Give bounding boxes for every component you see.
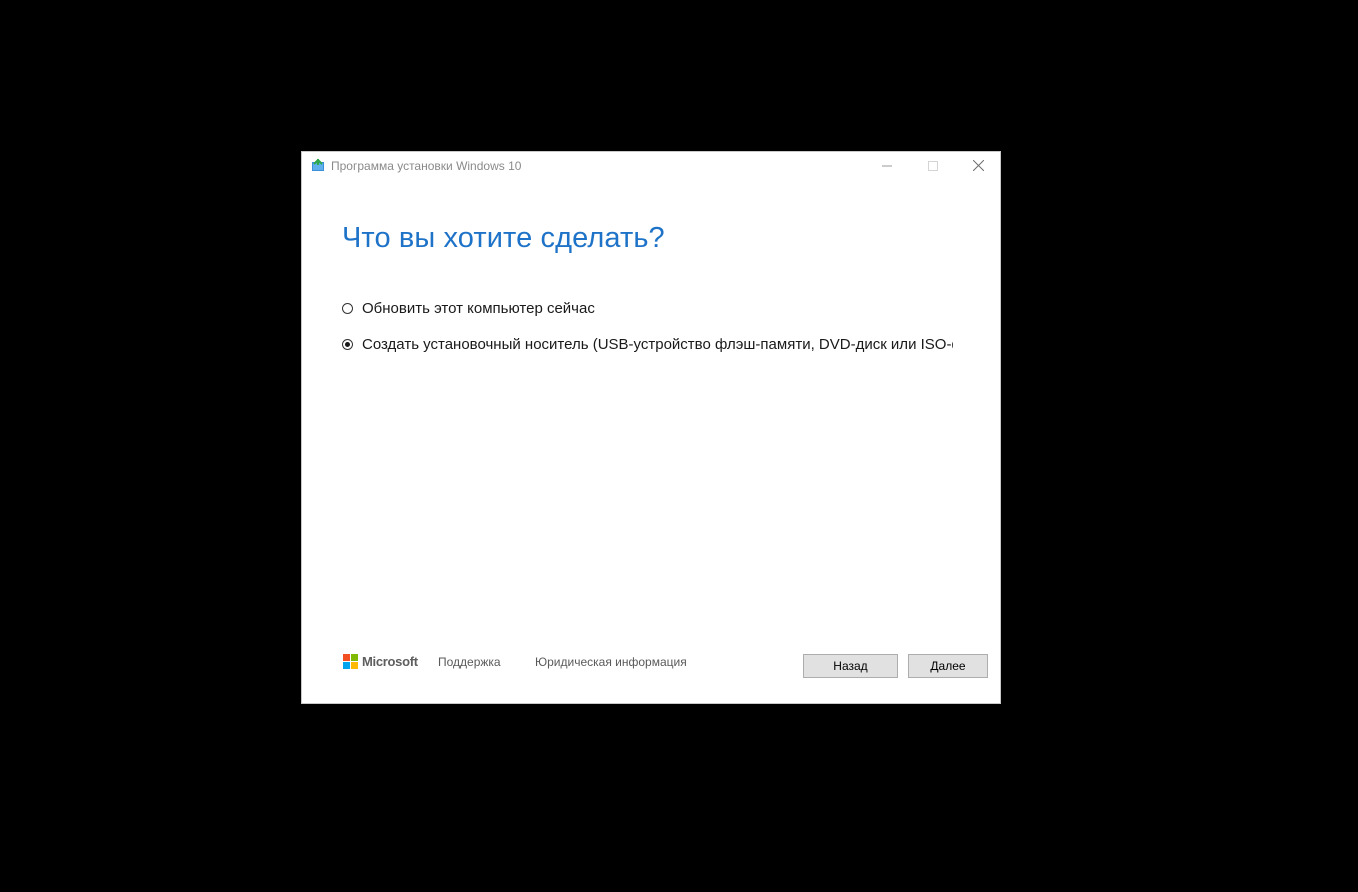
maximize-button[interactable] — [910, 152, 956, 182]
back-button[interactable]: Назад — [803, 654, 898, 678]
ms-square-green — [351, 654, 358, 661]
support-link[interactable]: Поддержка — [438, 655, 501, 669]
microsoft-squares-icon — [343, 654, 358, 669]
setup-window: Программа установки Windows 10 Что вы хо… — [301, 151, 1001, 704]
radio-upgrade-pc[interactable] — [342, 302, 353, 314]
ms-square-red — [343, 654, 350, 661]
window-title: Программа установки Windows 10 — [331, 159, 522, 173]
minimize-icon — [882, 158, 892, 176]
option-upgrade-label: Обновить этот компьютер сейчас — [362, 299, 595, 317]
windows-setup-icon — [311, 158, 325, 172]
legal-link[interactable]: Юридическая информация — [535, 655, 687, 669]
maximize-icon — [928, 158, 938, 176]
close-button[interactable] — [955, 152, 1001, 182]
ms-square-yellow — [351, 662, 358, 669]
minimize-button[interactable] — [864, 152, 910, 182]
title-bar[interactable]: Программа установки Windows 10 — [302, 152, 1000, 182]
option-create-media[interactable]: Создать установочный носитель (USB-устро… — [342, 334, 953, 354]
radio-create-media[interactable] — [342, 338, 353, 350]
ms-square-blue — [343, 662, 350, 669]
option-upgrade-pc[interactable]: Обновить этот компьютер сейчас — [342, 298, 962, 318]
close-icon — [972, 158, 984, 176]
page-heading: Что вы хотите сделать? — [342, 222, 665, 254]
next-button[interactable]: Далее — [908, 654, 988, 678]
microsoft-wordmark: Microsoft — [362, 654, 418, 669]
option-create-media-label: Создать установочный носитель (USB-устро… — [362, 335, 953, 353]
microsoft-logo: Microsoft — [343, 654, 418, 669]
footer: Microsoft Поддержка Юридическая информац… — [302, 648, 1000, 688]
